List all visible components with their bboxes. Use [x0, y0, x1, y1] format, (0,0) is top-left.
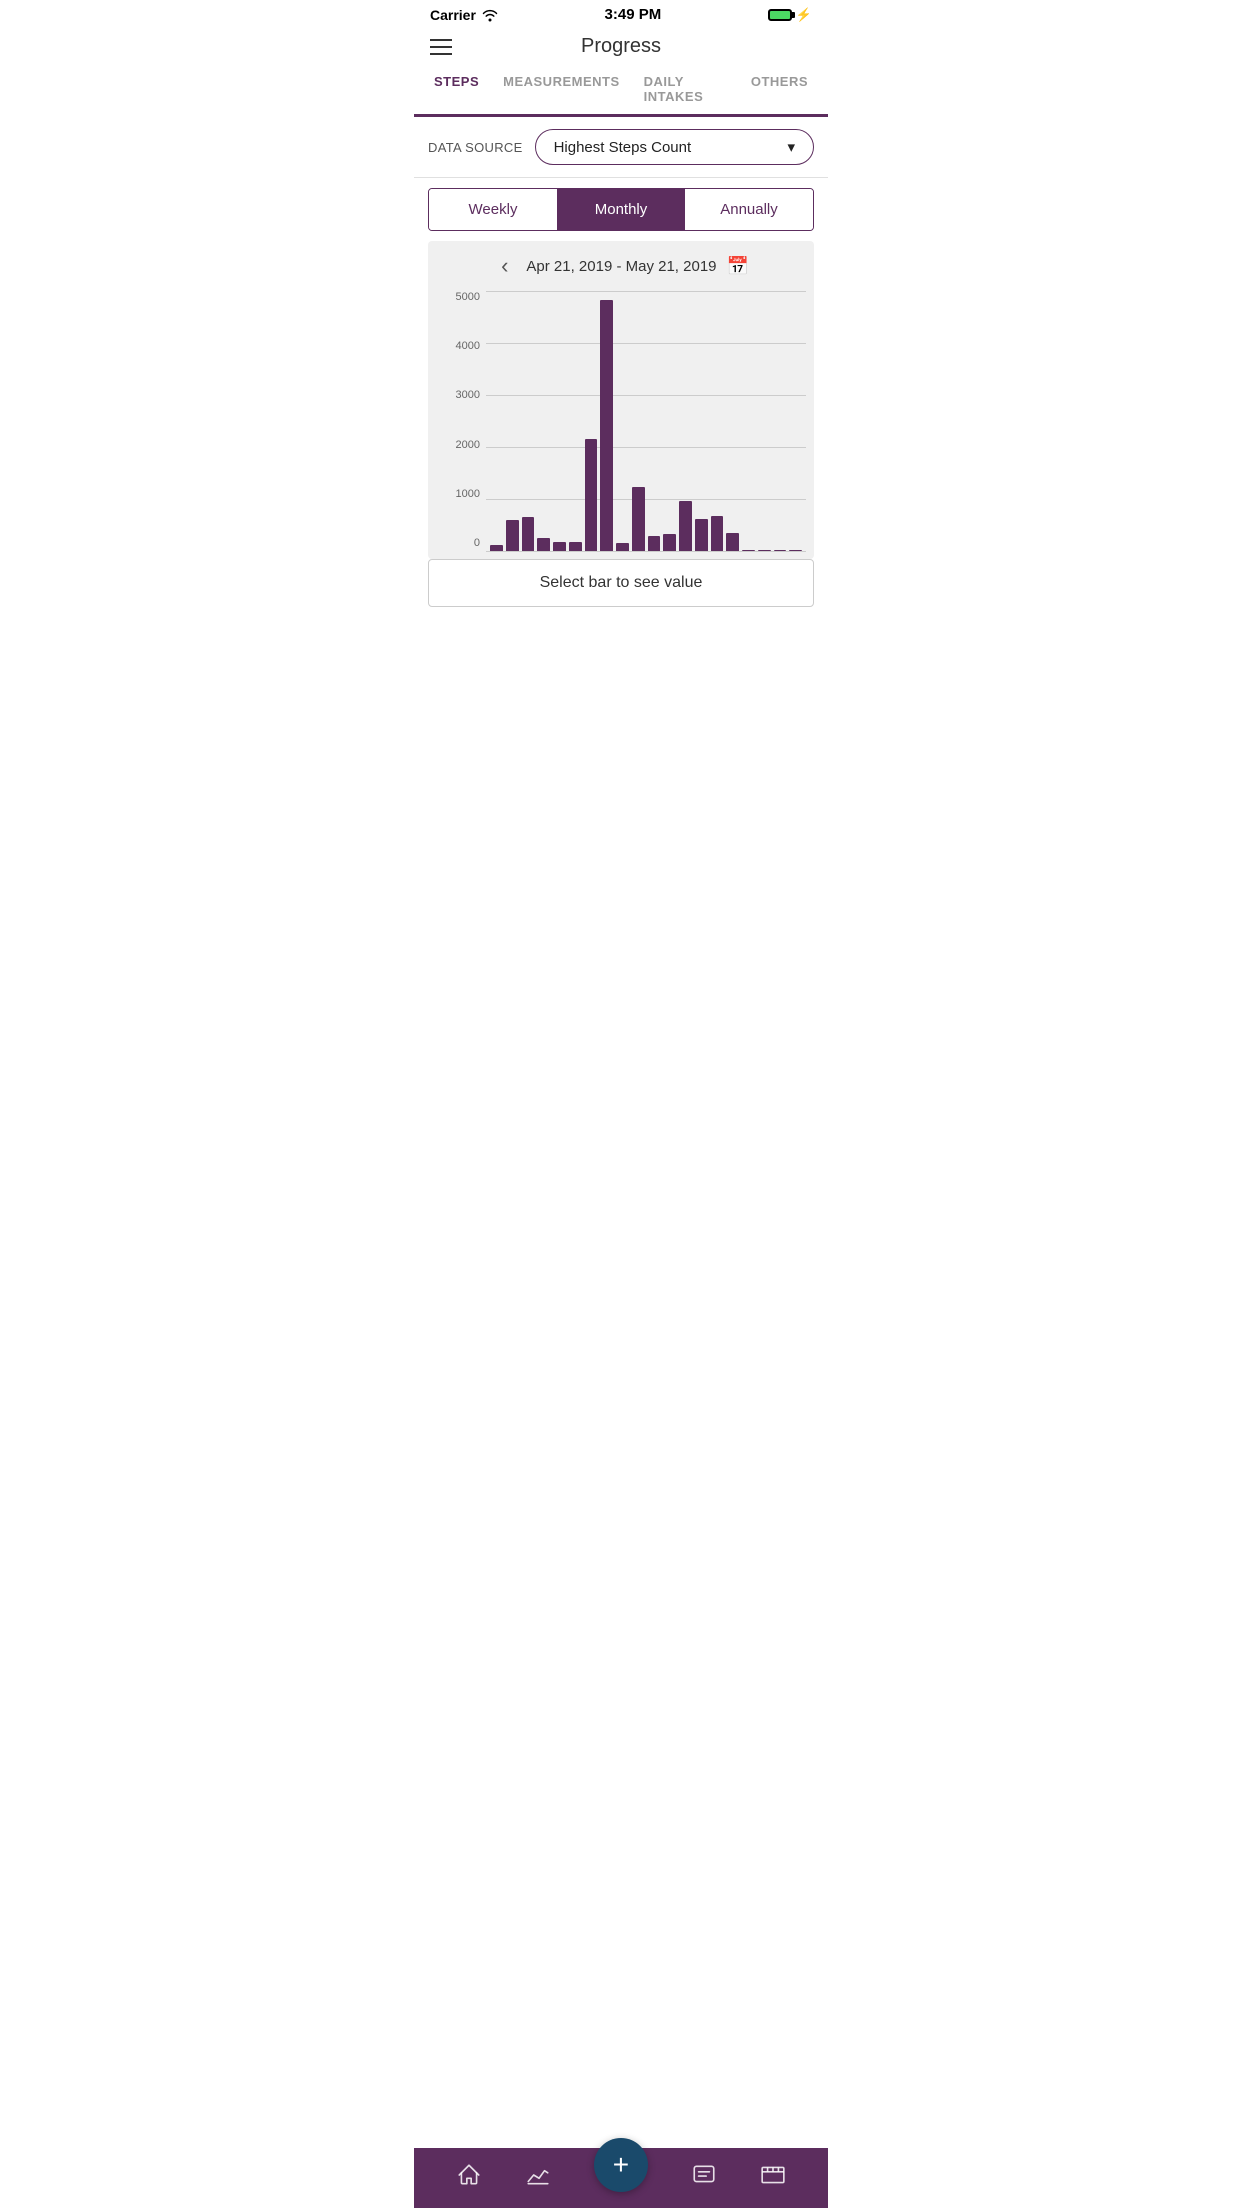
nav-media-button[interactable] — [760, 2162, 786, 2188]
status-right: ⚡ — [768, 7, 812, 23]
chevron-down-icon: ▾ — [787, 138, 795, 156]
bar-day19[interactable] — [774, 550, 787, 551]
calendar-icon[interactable]: 📅 — [727, 256, 749, 277]
bar-chart: 5000 4000 3000 2000 1000 0 — [436, 291, 806, 551]
bar-day13[interactable] — [679, 501, 692, 551]
bar-day12[interactable] — [663, 534, 676, 551]
y-axis: 5000 4000 3000 2000 1000 0 — [436, 291, 486, 551]
bar-day16[interactable] — [726, 533, 739, 551]
add-icon: + — [613, 2149, 629, 2181]
period-weekly[interactable]: Weekly — [429, 189, 557, 230]
y-label-2000: 2000 — [436, 439, 486, 451]
bar-day20[interactable] — [789, 550, 802, 551]
tab-steps[interactable]: STEPS — [422, 64, 491, 117]
battery-icon — [768, 9, 792, 21]
data-source-label: DATA SOURCE — [428, 140, 523, 155]
charging-icon: ⚡ — [796, 7, 812, 23]
tab-daily-intakes[interactable]: DAILY INTAKES — [632, 64, 739, 114]
bar-day14[interactable] — [695, 519, 708, 551]
status-left: Carrier — [430, 7, 498, 23]
y-label-0: 0 — [436, 537, 486, 549]
bar-day4[interactable] — [537, 538, 550, 551]
nav-chat-button[interactable] — [691, 2162, 717, 2188]
chart-prev-button[interactable]: ‹ — [493, 253, 516, 279]
bar-day7[interactable] — [585, 439, 598, 552]
home-icon — [456, 2162, 482, 2188]
page-title: Progress — [581, 35, 661, 58]
bar-day11[interactable] — [648, 536, 661, 551]
bar-day8[interactable] — [600, 300, 613, 551]
add-button[interactable]: + — [594, 2138, 648, 2192]
data-source-dropdown[interactable]: Highest Steps Count ▾ — [535, 129, 814, 165]
bar-day5[interactable] — [553, 542, 566, 551]
menu-button[interactable] — [430, 39, 452, 55]
status-time: 3:49 PM — [605, 6, 662, 23]
y-label-1000: 1000 — [436, 488, 486, 500]
bar-day3[interactable] — [522, 517, 535, 551]
bar-day15[interactable] — [711, 516, 724, 551]
select-hint: Select bar to see value — [428, 559, 814, 607]
carrier-label: Carrier — [430, 7, 476, 23]
chart-icon — [525, 2162, 551, 2188]
bar-day9[interactable] — [616, 543, 629, 552]
bottom-navigation: + — [414, 2148, 828, 2208]
bar-day18[interactable] — [758, 550, 771, 551]
header: Progress — [414, 27, 828, 64]
chart-date-range: Apr 21, 2019 - May 21, 2019 — [526, 258, 716, 275]
chart-header: ‹ Apr 21, 2019 - May 21, 2019 📅 — [436, 253, 806, 279]
bar-day10[interactable] — [632, 487, 645, 551]
period-toggle: Weekly Monthly Annually — [428, 188, 814, 231]
nav-home-button[interactable] — [456, 2162, 482, 2188]
nav-progress-button[interactable] — [525, 2162, 551, 2188]
period-monthly[interactable]: Monthly — [557, 189, 685, 230]
status-bar: Carrier 3:49 PM ⚡ — [414, 0, 828, 27]
bar-day6[interactable] — [569, 542, 582, 551]
wifi-icon — [482, 8, 498, 22]
tab-measurements[interactable]: MEASUREMENTS — [491, 64, 632, 114]
media-icon — [760, 2162, 786, 2188]
bar-day1[interactable] — [490, 545, 503, 551]
data-source-selected: Highest Steps Count — [554, 139, 692, 156]
data-source-row: DATA SOURCE Highest Steps Count ▾ — [414, 117, 828, 178]
chart-container: ‹ Apr 21, 2019 - May 21, 2019 📅 5000 400… — [428, 241, 814, 559]
bar-day2[interactable] — [506, 520, 519, 551]
tab-others[interactable]: OTHERS — [739, 64, 820, 114]
chat-icon — [691, 2162, 717, 2188]
y-label-4000: 4000 — [436, 340, 486, 352]
bars-area — [486, 291, 806, 551]
tab-navigation: STEPS MEASUREMENTS DAILY INTAKES OTHERS — [414, 64, 828, 117]
y-label-3000: 3000 — [436, 389, 486, 401]
y-label-5000: 5000 — [436, 291, 486, 303]
period-annually[interactable]: Annually — [685, 189, 813, 230]
bar-day17[interactable] — [742, 550, 755, 551]
